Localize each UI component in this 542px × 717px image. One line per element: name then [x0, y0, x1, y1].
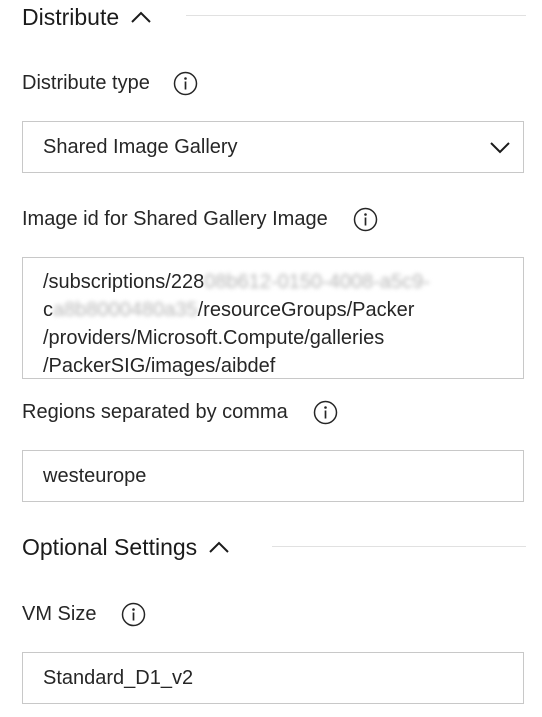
image-id-line: /subscriptions/22808b612-0150-4008-a5c9-	[43, 271, 430, 293]
regions-label: Regions separated by comma	[22, 398, 338, 426]
regions-label-text: Regions separated by comma	[22, 400, 288, 423]
section-divider	[272, 546, 526, 547]
vm-size-label: VM Size	[22, 600, 146, 628]
redacted-text: 08b612-0150-4008-a5c9-	[204, 271, 430, 293]
info-icon[interactable]	[353, 207, 378, 232]
image-id-line: /providers/Microsoft.Compute/galleries	[43, 327, 385, 349]
vm-size-label-text: VM Size	[22, 602, 97, 625]
image-id-textarea[interactable]: /subscriptions/22808b612-0150-4008-a5c9-…	[22, 257, 524, 379]
distribute-type-value: Shared Image Gallery	[43, 135, 238, 158]
chevron-up-icon[interactable]	[129, 7, 153, 27]
info-icon[interactable]	[313, 400, 338, 425]
distribute-type-select[interactable]: Shared Image Gallery	[22, 121, 524, 173]
regions-input[interactable]: westeurope	[22, 450, 524, 502]
distribute-type-label-text: Distribute type	[22, 71, 150, 94]
image-id-label-text: Image id for Shared Gallery Image	[22, 207, 328, 230]
distribute-section-title: Distribute	[22, 3, 120, 30]
image-id-line: /PackerSIG/images/aibdef	[43, 355, 276, 377]
vm-size-input[interactable]: Standard_D1_v2	[22, 652, 524, 704]
image-id-label: Image id for Shared Gallery Image	[22, 205, 378, 233]
distribute-type-label: Distribute type	[22, 69, 198, 97]
distribute-section-header[interactable]: Distribute	[22, 2, 153, 32]
info-icon[interactable]	[121, 602, 146, 627]
section-divider	[186, 15, 526, 16]
chevron-up-icon[interactable]	[207, 537, 231, 557]
redacted-text: a8b8000480a35	[53, 299, 198, 321]
optional-settings-section-title: Optional Settings	[22, 533, 198, 560]
info-icon[interactable]	[173, 71, 198, 96]
chevron-down-icon	[489, 140, 511, 154]
image-id-line: ca8b8000480a35/resourceGroups/Packer	[43, 299, 415, 321]
optional-settings-section-header[interactable]: Optional Settings	[22, 532, 231, 562]
